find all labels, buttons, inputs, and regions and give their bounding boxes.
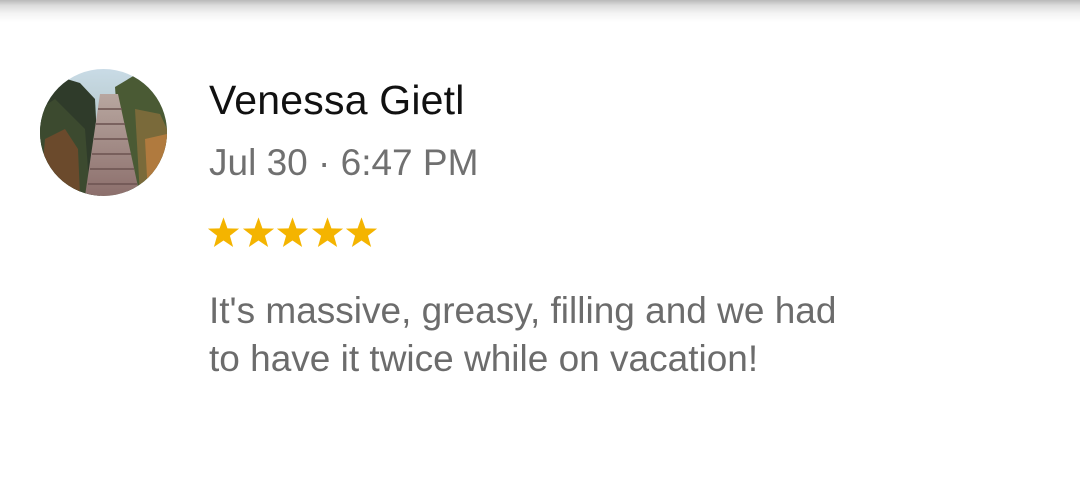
- avatar-photo: [40, 69, 167, 196]
- star-icon: [344, 216, 379, 250]
- review-card: Venessa Gietl Jul 30 · 6:47 PM It's mass…: [0, 0, 1080, 490]
- star-icon: [241, 216, 276, 250]
- star-icon: [310, 216, 345, 250]
- star-icon: [206, 216, 241, 250]
- avatar[interactable]: [40, 69, 167, 196]
- reviewer-name[interactable]: Venessa Gietl: [209, 74, 465, 126]
- star-icon: [275, 216, 310, 250]
- review-text: It's massive, greasy, filling and we had…: [209, 290, 837, 379]
- star-rating: [206, 216, 379, 256]
- review-timestamp: Jul 30 · 6:47 PM: [209, 142, 479, 183]
